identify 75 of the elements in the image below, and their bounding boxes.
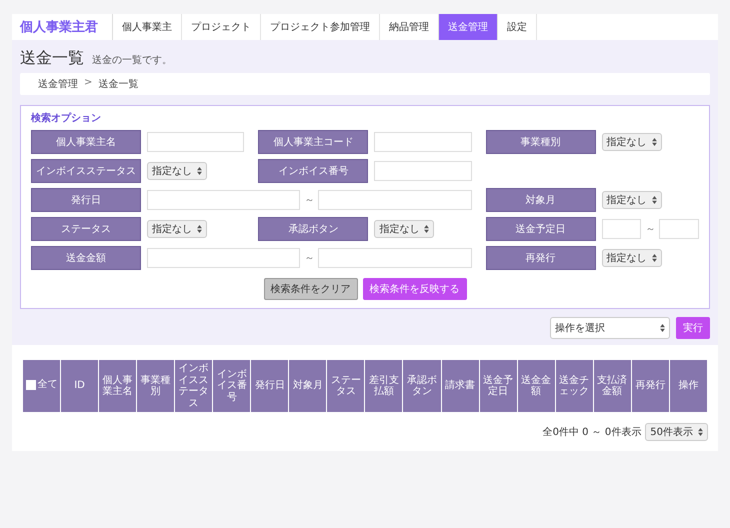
checkbox-label: 全て — [38, 378, 58, 390]
input-field[interactable] — [602, 219, 642, 239]
table-header-cell: 支払済金額 — [593, 360, 632, 412]
table-header-cell: 差引支払額 — [364, 360, 403, 412]
table-header-cell: 承認ボタン — [402, 360, 442, 412]
range-separator: ～ — [304, 194, 314, 207]
table-header-cell: ステータス — [326, 360, 365, 412]
input-field[interactable] — [318, 248, 472, 268]
nav-tab[interactable]: プロジェクト参加管理 — [261, 14, 380, 40]
input-field[interactable] — [147, 190, 300, 210]
table-header-cell: 個人事業主名 — [98, 360, 137, 412]
table-header-cell: 送金予定日 — [479, 360, 518, 412]
caret-icon — [652, 138, 657, 146]
bulk-action-select[interactable]: 操作を選択 — [550, 317, 670, 339]
field-label: 個人事業主コード — [258, 130, 368, 154]
nav-tab[interactable]: 個人事業主 — [113, 14, 182, 40]
nav-tab[interactable]: 送金管理 — [439, 14, 498, 40]
field-label: 送金予定日 — [486, 217, 596, 241]
app-logo[interactable]: 個人事業主君 — [12, 14, 113, 40]
field-label: 事業種別 — [486, 130, 596, 154]
input-field[interactable] — [374, 161, 472, 181]
input-field[interactable] — [318, 190, 472, 210]
table-header-cell: 事業種別 — [136, 360, 175, 412]
field-label: 再発行 — [486, 246, 596, 270]
nav-tab[interactable]: プロジェクト — [182, 14, 261, 40]
input-field[interactable] — [147, 248, 300, 268]
caret-icon — [660, 324, 665, 332]
caret-icon — [698, 428, 703, 436]
table-header-cell: 送金チェック — [555, 360, 594, 412]
table-header-cell: 送金金額 — [517, 360, 556, 412]
search-button[interactable]: 検索条件をクリア — [264, 278, 358, 300]
select-dropdown[interactable]: 指定なし — [602, 191, 662, 209]
field-label: 発行日 — [31, 188, 141, 212]
execute-button[interactable]: 実行 — [676, 317, 710, 339]
input-field[interactable] — [374, 132, 472, 152]
range-separator: ～ — [645, 223, 656, 236]
page-subtitle: 送金の一覧です。 — [92, 54, 172, 67]
field-label: 送金金額 — [31, 246, 141, 270]
table-header-cell: 操作 — [669, 360, 708, 412]
table-header-cell: ID — [60, 360, 99, 412]
field-label: 個人事業主名 — [31, 130, 141, 154]
page-size-select[interactable]: 50件表示 — [645, 423, 708, 441]
nav-tab[interactable]: 設定 — [498, 14, 537, 40]
table-header-cell: 再発行 — [631, 360, 670, 412]
field-label: ステータス — [31, 217, 141, 241]
field-label: 対象月 — [486, 188, 596, 212]
caret-icon — [424, 225, 430, 233]
search-heading: 検索オプション — [31, 111, 102, 125]
page-title: 送金一覧 — [20, 48, 84, 69]
caret-icon — [652, 254, 657, 262]
range-separator: ～ — [304, 252, 314, 265]
breadcrumb-link[interactable]: 送金一覧 — [98, 77, 138, 91]
select-dropdown[interactable]: 指定なし — [602, 133, 662, 151]
input-field[interactable] — [147, 132, 244, 152]
table-header-cell: インボイスステータス — [174, 360, 213, 412]
field-label: 承認ボタン — [258, 217, 368, 241]
field-label: インボイスステータス — [31, 159, 141, 183]
table-header-cell: 請求書 — [441, 360, 480, 412]
select-dropdown[interactable]: 指定なし — [374, 220, 434, 238]
table-header-cell: 対象月 — [288, 360, 327, 412]
caret-icon — [652, 196, 657, 204]
caret-icon — [197, 167, 202, 175]
table-header-cell: 発行日 — [250, 360, 289, 412]
field-label: インボイス番号 — [258, 159, 368, 183]
select-dropdown[interactable]: 指定なし — [147, 162, 207, 180]
select-dropdown[interactable]: 指定なし — [602, 249, 662, 267]
pagination-summary: 全0件中 0 ～ 0件表示 — [542, 426, 642, 439]
checkbox[interactable] — [26, 380, 36, 390]
caret-icon — [197, 225, 202, 233]
breadcrumb-link[interactable]: 送金管理 — [38, 77, 78, 91]
table-header-cell: インボイス番号 — [212, 360, 251, 412]
breadcrumb-separator: > — [84, 77, 92, 90]
select-dropdown[interactable]: 指定なし — [147, 220, 207, 238]
input-field[interactable] — [659, 219, 699, 239]
search-button[interactable]: 検索条件を反映する — [362, 278, 466, 300]
